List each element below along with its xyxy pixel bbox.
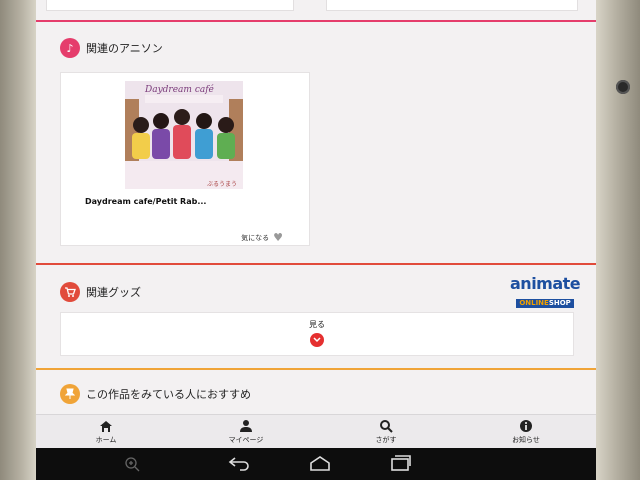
see-more-button[interactable]: 見る xyxy=(60,312,574,356)
camera-sensor-icon xyxy=(616,80,630,94)
album-illustration-icon xyxy=(125,81,243,189)
album-art-image[interactable]: Daydream café ぶるうまうんてん xyxy=(125,81,243,189)
app-screen: ♪ 関連のアニソン Daydream café ぶるうまう Daydream c… xyxy=(36,0,596,448)
song-title[interactable]: Daydream cafe/Petit Rab... xyxy=(85,197,206,206)
tab-label: ホーム xyxy=(95,436,117,444)
zoom-icon[interactable] xyxy=(124,456,140,476)
tab-label: マイページ xyxy=(228,436,264,444)
tab-label: さがす xyxy=(375,436,397,444)
home-nav-icon[interactable] xyxy=(308,455,332,475)
logo-brand: animate xyxy=(510,274,581,293)
pin-icon xyxy=(60,384,80,404)
search-icon xyxy=(380,420,393,433)
info-icon xyxy=(520,420,532,432)
recommend-section-header: この作品をみている人におすすめ xyxy=(60,384,251,404)
previous-card-right xyxy=(326,0,578,11)
animate-online-shop-logo[interactable]: animate ONLINESHOP xyxy=(510,274,581,308)
album-subtitle: ぶるうまうんてん xyxy=(207,181,238,188)
album-logo-text: Daydream café xyxy=(145,85,214,95)
see-more-label: 見る xyxy=(309,320,325,329)
tab-info[interactable]: お知らせ xyxy=(456,415,596,448)
anison-section-title: 関連のアニソン xyxy=(86,42,163,55)
home-icon xyxy=(100,421,112,432)
favorite-label: 気になる xyxy=(241,233,270,242)
anison-section-header: ♪ 関連のアニソン xyxy=(60,38,163,58)
tab-label: お知らせ xyxy=(512,436,540,444)
heart-icon[interactable]: ♥ xyxy=(273,231,283,244)
section-divider xyxy=(36,20,596,22)
device-bezel-left xyxy=(0,0,36,480)
favorite-button[interactable]: 気になる ♥ xyxy=(241,231,283,244)
anison-card[interactable]: Daydream café ぶるうまうんてん Daydream cafe/Pet… xyxy=(60,72,310,246)
tab-mypage[interactable]: マイページ xyxy=(176,415,316,448)
person-icon xyxy=(240,420,252,432)
previous-card-left xyxy=(46,0,294,11)
music-note-icon: ♪ xyxy=(60,38,80,58)
tab-home[interactable]: ホーム xyxy=(36,415,176,448)
bottom-tab-bar: ホーム マイページ さがす お知らせ xyxy=(36,414,596,448)
section-divider xyxy=(36,263,596,265)
goods-section-header: 関連グッズ xyxy=(60,282,141,302)
back-icon[interactable] xyxy=(228,455,252,475)
recent-apps-icon[interactable] xyxy=(390,455,412,475)
chevron-down-icon[interactable] xyxy=(310,333,324,347)
tab-search[interactable]: さがす xyxy=(316,415,456,448)
recommend-section-title: この作品をみている人におすすめ xyxy=(86,388,251,401)
cart-icon xyxy=(60,282,80,302)
logo-subtitle: ONLINESHOP xyxy=(516,299,574,308)
section-divider xyxy=(36,368,596,370)
device-bezel-right xyxy=(596,0,640,480)
goods-section-title: 関連グッズ xyxy=(86,286,141,299)
